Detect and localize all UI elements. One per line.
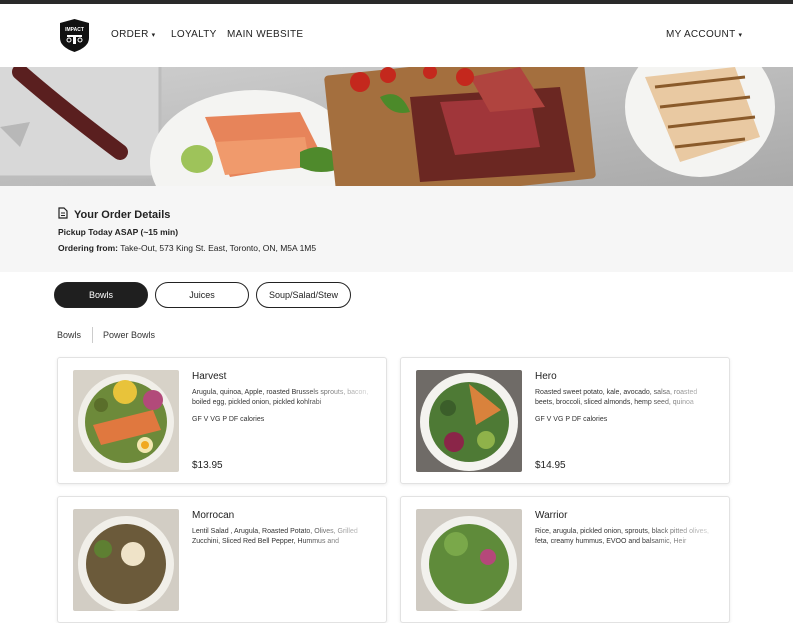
top-navigation: IMPACT ORDER ▾ LOYALTY MAIN WEBSITE MY AC… — [0, 4, 793, 67]
menu-item-price: $14.95 — [535, 460, 566, 471]
subcategory-bowls[interactable]: Bowls — [57, 330, 81, 340]
menu-item-name: Morrocan — [192, 510, 235, 521]
menu-item-name: Warrior — [535, 510, 568, 521]
menu-item-name: Harvest — [192, 371, 227, 382]
order-details-panel: Your Order Details Pickup Today ASAP (~1… — [0, 186, 793, 272]
subcategory-divider — [92, 327, 93, 343]
menu-item-description: Arugula, quinoa, Apple, roasted Brussels… — [192, 389, 369, 406]
category-tab-soup-salad-stew[interactable]: Soup/Salad/Stew — [256, 282, 351, 308]
menu-item-name: Hero — [535, 371, 557, 382]
hero-bowl-image — [416, 370, 522, 472]
ordering-from-address: Take-Out, 573 King St. East, Toronto, ON… — [120, 243, 317, 253]
hero-banner-image — [0, 67, 793, 186]
category-tab-bowls[interactable]: Bowls — [54, 282, 148, 308]
menu-item-description: Roasted sweet potato, kale, avocado, sal… — [535, 389, 698, 406]
menu-item-dietary-tags: GF V VG P DF calories — [535, 416, 608, 423]
menu-item-card[interactable]: Harvest Arugula, quinoa, Apple, roasted … — [57, 357, 387, 484]
menu-item-description: Rice, arugula, pickled onion, sprouts, b… — [535, 528, 709, 545]
menu-item-card[interactable]: Morrocan Lentil Salad , Arugula, Roasted… — [57, 496, 387, 623]
ordering-from: Ordering from: Take-Out, 573 King St. Ea… — [58, 243, 316, 253]
nav-order[interactable]: ORDER ▾ — [111, 29, 155, 40]
warrior-bowl-image — [416, 509, 522, 611]
svg-text:IMPACT: IMPACT — [65, 27, 84, 33]
menu-item-description: Lentil Salad , Arugula, Roasted Potato, … — [192, 528, 358, 545]
ordering-from-label: Ordering from: — [58, 243, 118, 253]
morrocan-bowl-image — [73, 509, 179, 611]
chevron-down-icon: ▾ — [738, 32, 743, 39]
harvest-bowl-image — [73, 370, 179, 472]
nav-loyalty[interactable]: LOYALTY — [171, 29, 217, 40]
impact-logo[interactable]: IMPACT — [58, 18, 91, 53]
chevron-down-icon: ▾ — [151, 32, 156, 39]
order-details-heading: Your Order Details — [58, 207, 170, 222]
document-icon — [58, 207, 68, 222]
my-account-label: MY ACCOUNT — [666, 29, 736, 40]
pickup-time: Pickup Today ASAP (~15 min) — [58, 227, 179, 237]
nav-main-website[interactable]: MAIN WEBSITE — [227, 29, 303, 40]
menu-item-price: $13.95 — [192, 460, 223, 471]
menu-item-card[interactable]: Warrior Rice, arugula, pickled onion, sp… — [400, 496, 730, 623]
category-tab-juices[interactable]: Juices — [155, 282, 249, 308]
order-details-title: Your Order Details — [74, 208, 171, 221]
nav-order-label: ORDER — [111, 29, 149, 40]
subcategory-power-bowls[interactable]: Power Bowls — [103, 330, 155, 340]
menu-item-card[interactable]: Hero Roasted sweet potato, kale, avocado… — [400, 357, 730, 484]
my-account-menu[interactable]: MY ACCOUNT ▾ — [666, 29, 742, 40]
menu-item-dietary-tags: GF V VG P DF calories — [192, 416, 265, 423]
